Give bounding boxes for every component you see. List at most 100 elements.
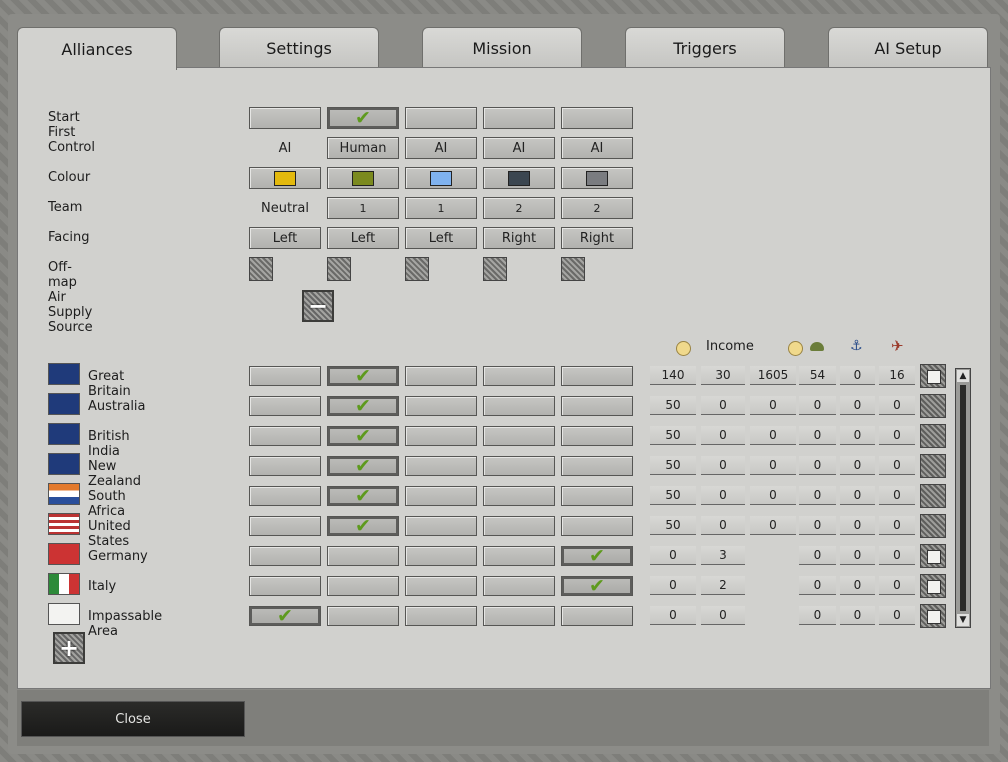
- air-supply-toggle[interactable]: [405, 257, 429, 281]
- facing-selector[interactable]: Left: [405, 227, 477, 249]
- alliance-assign-toggle[interactable]: ✔: [327, 366, 399, 386]
- resource-value[interactable]: 0: [840, 606, 875, 625]
- scroll-up-arrow[interactable]: ▲: [957, 370, 969, 382]
- colour-selector[interactable]: [405, 167, 477, 189]
- nation-option-toggle[interactable]: [920, 484, 946, 508]
- team-selector[interactable]: 1: [405, 197, 477, 219]
- alliance-assign-toggle[interactable]: [405, 456, 477, 476]
- resource-value[interactable]: 2: [701, 576, 745, 595]
- alliance-assign-toggle[interactable]: [483, 606, 555, 626]
- resource-value[interactable]: 0: [701, 396, 745, 415]
- start-first-toggle[interactable]: ✔: [327, 107, 399, 129]
- resource-value[interactable]: 0: [650, 546, 696, 565]
- resource-value[interactable]: 0: [701, 606, 745, 625]
- alliance-assign-toggle[interactable]: [483, 456, 555, 476]
- resource-value[interactable]: 0: [840, 486, 875, 505]
- resource-value[interactable]: 0: [840, 396, 875, 415]
- facing-selector[interactable]: Left: [327, 227, 399, 249]
- alliance-assign-toggle[interactable]: [561, 486, 633, 506]
- resource-value[interactable]: 0: [650, 606, 696, 625]
- alliance-assign-toggle[interactable]: [561, 366, 633, 386]
- air-supply-toggle[interactable]: [561, 257, 585, 281]
- resource-value[interactable]: 0: [701, 456, 745, 475]
- alliance-assign-toggle[interactable]: [249, 426, 321, 446]
- tab-ai-setup[interactable]: AI Setup: [828, 27, 988, 68]
- alliance-assign-toggle[interactable]: ✔: [561, 546, 633, 566]
- resource-value[interactable]: 0: [650, 576, 696, 595]
- resource-value[interactable]: 0: [879, 486, 915, 505]
- add-nation-button[interactable]: +: [53, 632, 85, 664]
- alliance-assign-toggle[interactable]: [249, 486, 321, 506]
- control-selector[interactable]: AI: [561, 137, 633, 159]
- resource-value[interactable]: 50: [650, 516, 696, 535]
- alliance-assign-toggle[interactable]: [561, 606, 633, 626]
- alliance-assign-toggle[interactable]: [483, 366, 555, 386]
- start-first-toggle[interactable]: [405, 107, 477, 129]
- resource-value[interactable]: 0: [701, 516, 745, 535]
- start-first-toggle[interactable]: [249, 107, 321, 129]
- alliance-assign-toggle[interactable]: [483, 546, 555, 566]
- resource-value[interactable]: 0: [840, 516, 875, 535]
- alliance-assign-toggle[interactable]: [249, 576, 321, 596]
- resource-value[interactable]: 0: [840, 456, 875, 475]
- resource-value[interactable]: 0: [750, 426, 796, 445]
- resource-value[interactable]: 0: [879, 606, 915, 625]
- resource-value[interactable]: 0: [840, 546, 875, 565]
- alliance-assign-toggle[interactable]: [483, 486, 555, 506]
- resource-value[interactable]: 0: [750, 456, 796, 475]
- alliance-assign-toggle[interactable]: [561, 396, 633, 416]
- facing-selector[interactable]: Right: [561, 227, 633, 249]
- alliance-assign-toggle[interactable]: [483, 396, 555, 416]
- control-selector[interactable]: AI: [483, 137, 555, 159]
- resource-value[interactable]: 0: [701, 426, 745, 445]
- resource-value[interactable]: 0: [750, 396, 796, 415]
- colour-selector[interactable]: [249, 167, 321, 189]
- resource-value[interactable]: 0: [879, 516, 915, 535]
- resource-value[interactable]: 0: [701, 486, 745, 505]
- nation-option-toggle[interactable]: [920, 364, 946, 388]
- resource-value[interactable]: 0: [879, 396, 915, 415]
- resource-value[interactable]: 1605: [750, 366, 796, 385]
- resource-value[interactable]: 50: [650, 456, 696, 475]
- control-selector[interactable]: Human: [327, 137, 399, 159]
- nation-option-toggle[interactable]: [920, 604, 946, 628]
- alliance-assign-toggle[interactable]: [327, 546, 399, 566]
- nation-option-toggle[interactable]: [920, 574, 946, 598]
- resource-value[interactable]: 54: [799, 366, 836, 385]
- alliance-assign-toggle[interactable]: [405, 426, 477, 446]
- facing-selector[interactable]: Right: [483, 227, 555, 249]
- resource-value[interactable]: 140: [650, 366, 696, 385]
- alliance-assign-toggle[interactable]: [327, 576, 399, 596]
- control-selector[interactable]: AI: [405, 137, 477, 159]
- team-selector[interactable]: 2: [561, 197, 633, 219]
- alliance-assign-toggle[interactable]: [483, 426, 555, 446]
- control-selector[interactable]: AI: [249, 137, 321, 159]
- resource-value[interactable]: 0: [750, 516, 796, 535]
- alliance-assign-toggle[interactable]: ✔: [249, 606, 321, 626]
- alliance-assign-toggle[interactable]: [405, 396, 477, 416]
- resource-value[interactable]: 0: [799, 426, 836, 445]
- tab-settings[interactable]: Settings: [219, 27, 379, 68]
- tab-triggers[interactable]: Triggers: [625, 27, 785, 68]
- alliance-assign-toggle[interactable]: [405, 366, 477, 386]
- alliance-assign-toggle[interactable]: [249, 366, 321, 386]
- team-selector[interactable]: 1: [327, 197, 399, 219]
- resource-value[interactable]: 0: [799, 456, 836, 475]
- nation-option-toggle[interactable]: [920, 454, 946, 478]
- resource-value[interactable]: 0: [799, 486, 836, 505]
- resource-value[interactable]: 0: [840, 576, 875, 595]
- resource-value[interactable]: 0: [879, 576, 915, 595]
- resource-value[interactable]: 30: [701, 366, 745, 385]
- resource-value[interactable]: 0: [799, 546, 836, 565]
- start-first-toggle[interactable]: [561, 107, 633, 129]
- alliance-assign-toggle[interactable]: ✔: [327, 426, 399, 446]
- alliance-assign-toggle[interactable]: [561, 456, 633, 476]
- resource-value[interactable]: 50: [650, 486, 696, 505]
- alliance-assign-toggle[interactable]: [405, 486, 477, 506]
- scroll-down-arrow[interactable]: ▼: [957, 614, 969, 626]
- facing-selector[interactable]: Left: [249, 227, 321, 249]
- tab-alliances[interactable]: Alliances: [17, 27, 177, 70]
- air-supply-toggle[interactable]: [483, 257, 507, 281]
- alliance-assign-toggle[interactable]: [483, 576, 555, 596]
- colour-selector[interactable]: [327, 167, 399, 189]
